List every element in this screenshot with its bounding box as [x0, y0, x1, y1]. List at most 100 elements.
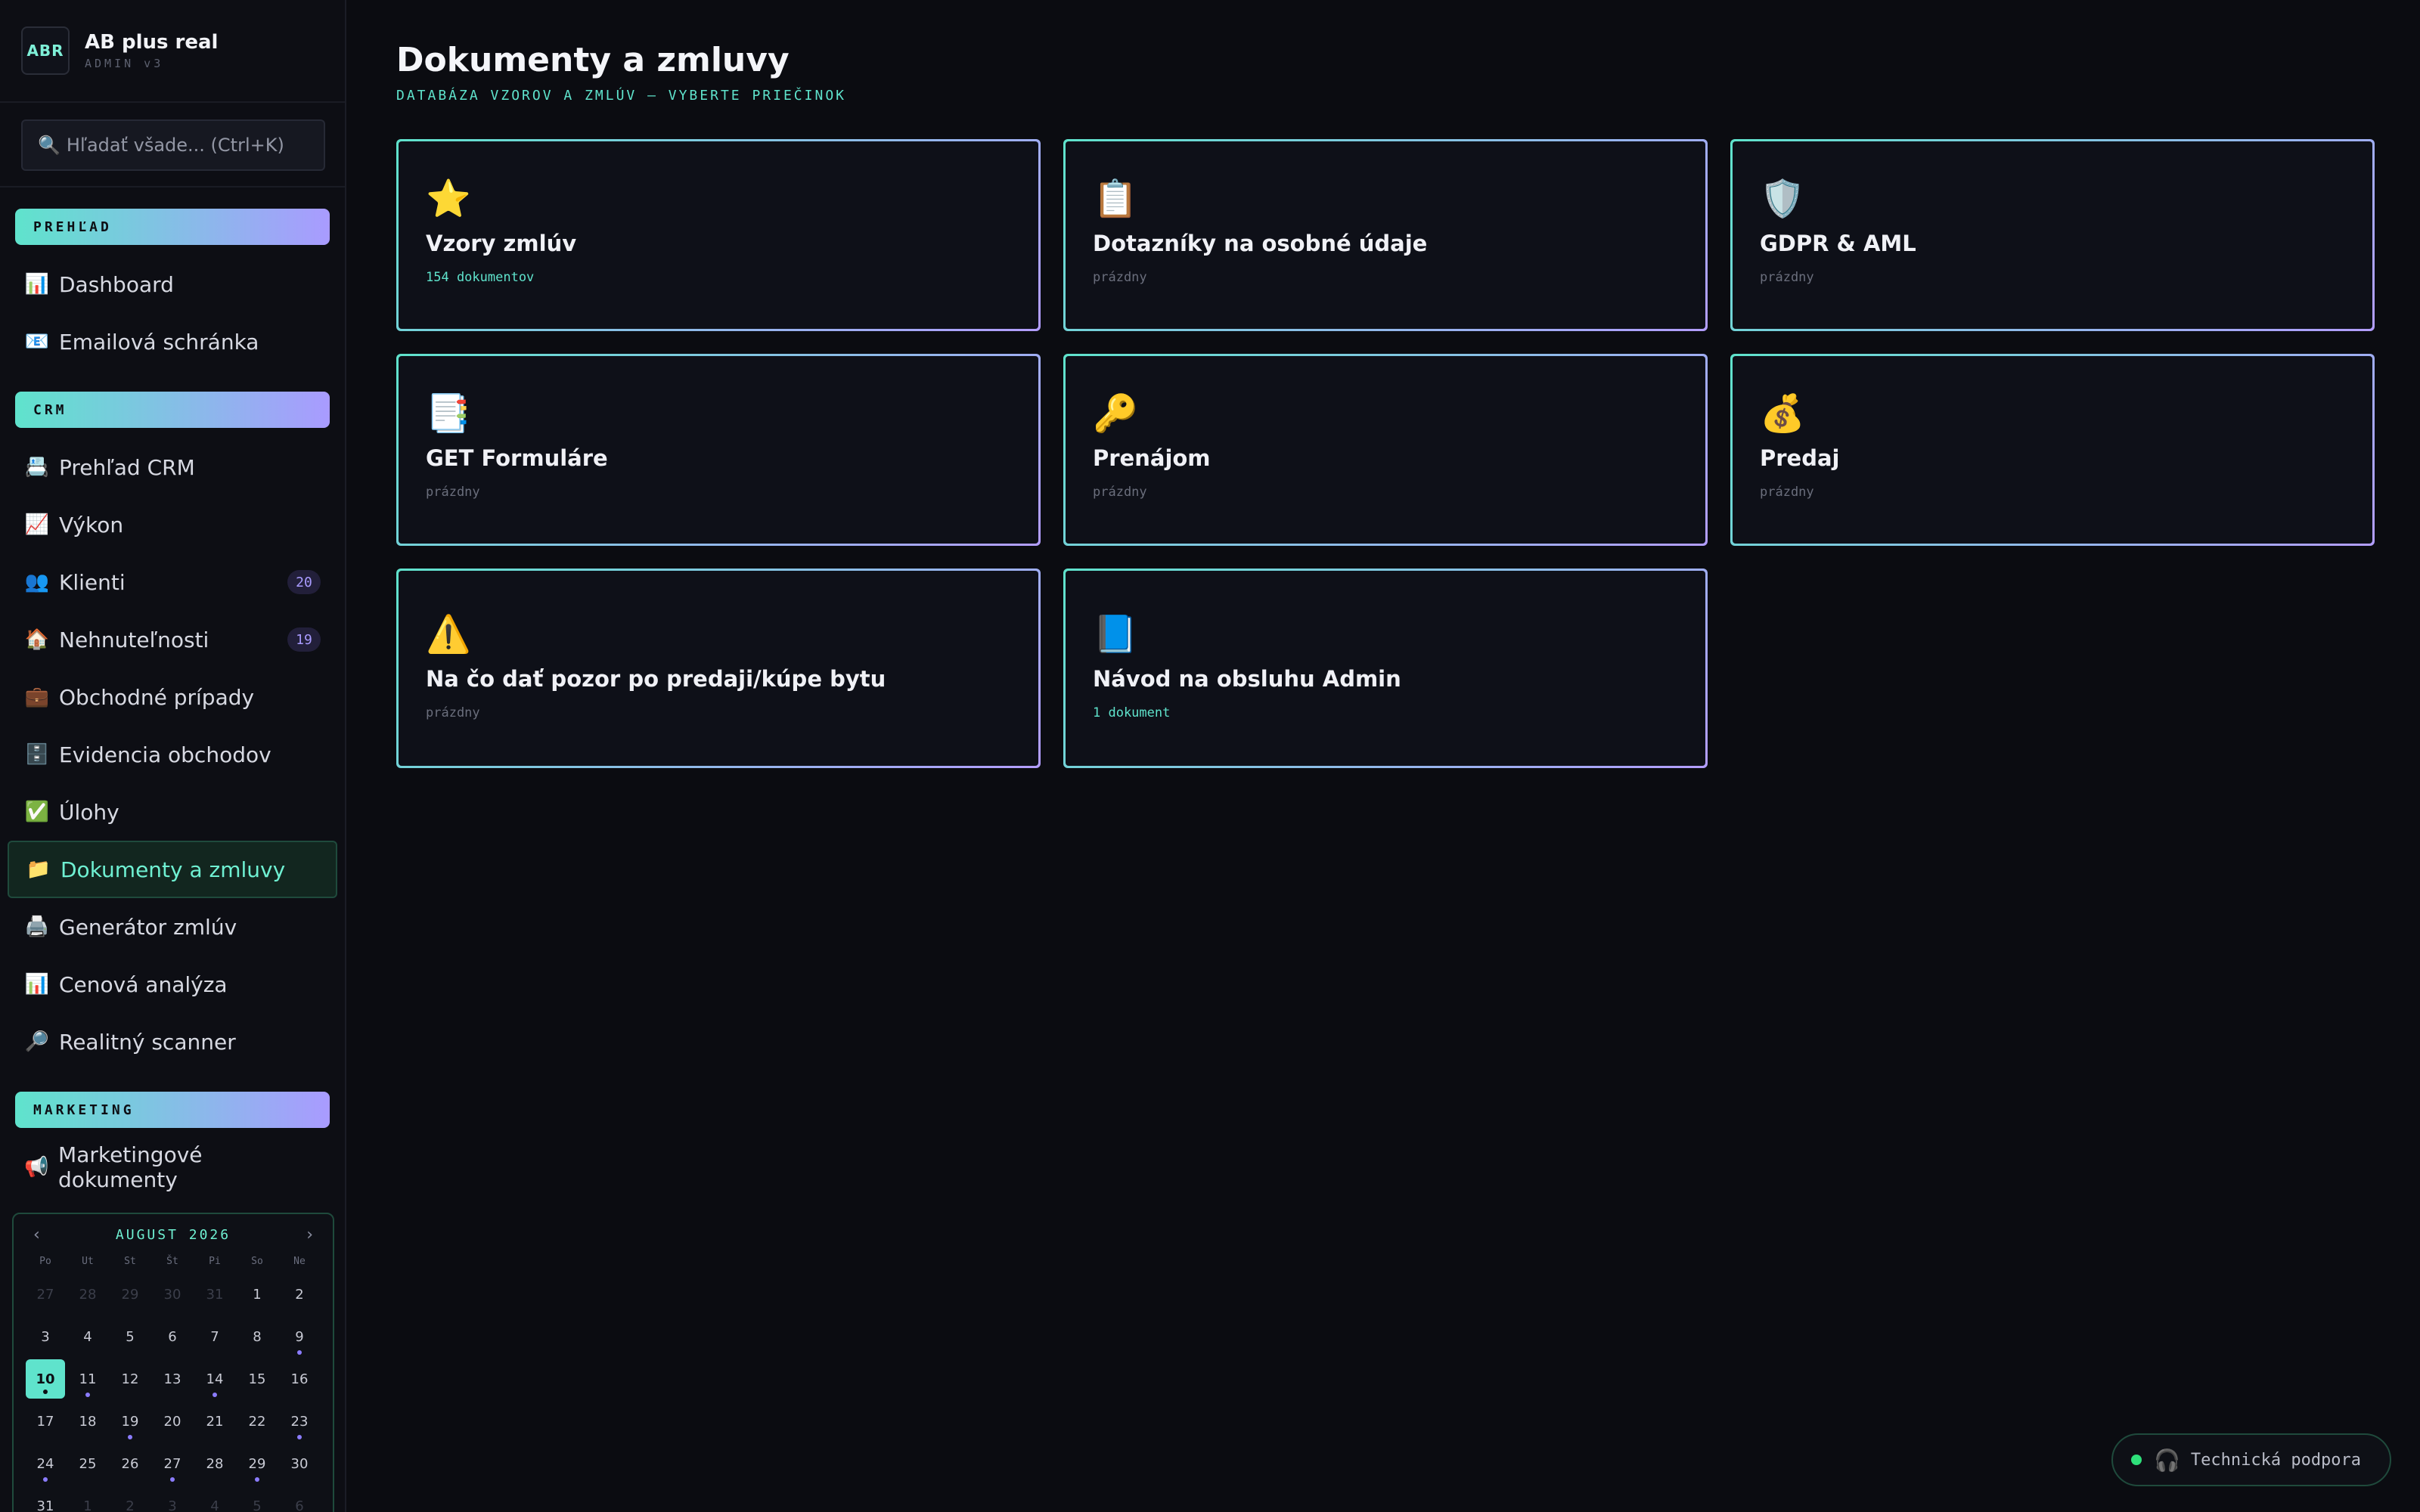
folder-card-na-co-dat-pozor-po-predaji-kupe-bytu[interactable]: ⚠️ Na čo dať pozor po predaji/kúpe bytu pr… — [396, 569, 1041, 768]
calendar-day[interactable]: 3 — [24, 1315, 67, 1358]
calendar-day-number: 3 — [41, 1328, 50, 1345]
calendar-day[interactable]: 30 — [151, 1273, 194, 1315]
calendar-day[interactable]: 11 — [67, 1358, 109, 1400]
nav-icon: 📧 — [24, 330, 50, 353]
folder-title: Návod na obsluhu Admin — [1093, 666, 1401, 692]
calendar-day[interactable]: 27 — [24, 1273, 67, 1315]
calendar-day[interactable]: 27 — [151, 1442, 194, 1485]
calendar-day[interactable]: 31 — [194, 1273, 236, 1315]
calendar-day[interactable]: 19 — [109, 1400, 151, 1442]
sidebar-item-generator-zmluv[interactable]: 🖨️ Generátor zmlúv — [8, 898, 337, 956]
calendar-day[interactable]: 28 — [67, 1273, 109, 1315]
calendar-day[interactable]: 30 — [278, 1442, 321, 1485]
folder-title: GDPR & AML — [1760, 231, 1916, 256]
folder-card-get-formulare[interactable]: 📑 GET Formuláre prázdny — [396, 354, 1041, 546]
calendar-next-button[interactable]: › — [306, 1225, 313, 1244]
calendar-day[interactable]: 4 — [67, 1315, 109, 1358]
event-dot — [170, 1477, 175, 1482]
calendar-day[interactable]: 7 — [194, 1315, 236, 1358]
calendar-day[interactable]: 26 — [109, 1442, 151, 1485]
calendar-month: AUGUST 2026 — [115, 1226, 231, 1243]
calendar-day-number: 26 — [121, 1455, 139, 1472]
calendar-day[interactable]: 2 — [109, 1485, 151, 1512]
calendar-weekday: Ne — [293, 1256, 306, 1267]
folder-card-body: 📘 Návod na obsluhu Admin 1 dokument — [1066, 571, 1705, 766]
calendar-day[interactable]: 24 — [24, 1442, 67, 1485]
sidebar-item-label: Prehľad CRM — [59, 454, 195, 480]
calendar-day[interactable]: 28 — [194, 1442, 236, 1485]
calendar-day-number: 24 — [36, 1455, 54, 1472]
event-dot — [43, 1390, 48, 1394]
sidebar-item-label: Dashboard — [59, 271, 174, 297]
sidebar-item-ulohy[interactable]: ✅ Úlohy — [8, 783, 337, 841]
clipboard-icon: 📋 — [1093, 178, 1138, 220]
calendar-day[interactable]: 5 — [236, 1485, 278, 1512]
calendar-day[interactable]: 29 — [109, 1273, 151, 1315]
shield-icon: 🛡️ — [1760, 178, 1805, 220]
calendar-day-number: 15 — [248, 1371, 266, 1387]
sidebar-item-vykon[interactable]: 📈 Výkon — [8, 496, 337, 553]
sidebar-item-marketingove-dokumenty[interactable]: 📢 Marketingové dokumenty — [8, 1139, 337, 1196]
sidebar-item-emailova-schranka[interactable]: 📧 Emailová schránka — [8, 313, 337, 370]
calendar-day[interactable]: 23 — [278, 1400, 321, 1442]
calendar-day-number: 23 — [290, 1413, 309, 1430]
mini-calendar: ‹ AUGUST 2026 › Po Ut St Št Pi So Ne 27 28 29 30 31… — [12, 1213, 334, 1512]
calendar-day[interactable]: 21 — [194, 1400, 236, 1442]
folder-count: prázdny — [426, 705, 480, 720]
calendar-day[interactable]: 15 — [236, 1358, 278, 1400]
calendar-day-number: 27 — [36, 1286, 54, 1303]
search-icon: 🔍 — [38, 135, 60, 156]
sidebar-item-label: Realitný scanner — [59, 1029, 236, 1055]
sidebar-item-nehnutelnosti[interactable]: 🏠 Nehnuteľnosti 19 — [8, 611, 337, 668]
nav-icon: 📊 — [24, 973, 50, 996]
calendar-day[interactable]: 5 — [109, 1315, 151, 1358]
event-dot — [297, 1350, 302, 1355]
folder-card-prenajom[interactable]: 🔑 Prenájom prázdny — [1063, 354, 1708, 546]
calendar-day[interactable]: 22 — [236, 1400, 278, 1442]
calendar-day[interactable]: 14 — [194, 1358, 236, 1400]
key-icon: 🔑 — [1093, 392, 1138, 435]
sidebar-item-cenova-analyza[interactable]: 📊 Cenová analýza — [8, 956, 337, 1013]
folder-card-predaj[interactable]: 💰 Predaj prázdny — [1730, 354, 2375, 546]
folder-card-navod-na-obsluhu-admin[interactable]: 📘 Návod na obsluhu Admin 1 dokument — [1063, 569, 1708, 768]
calendar-day[interactable]: 12 — [109, 1358, 151, 1400]
nav-icon: 🏠 — [24, 628, 50, 651]
calendar-day[interactable]: 6 — [151, 1315, 194, 1358]
calendar-day[interactable]: 16 — [278, 1358, 321, 1400]
support-button[interactable]: 🎧 Technická podpora — [2111, 1433, 2391, 1486]
sidebar-item-dokumenty-a-zmluvy[interactable]: 📁 Dokumenty a zmluvy — [8, 841, 337, 898]
brand[interactable]: ABR AB plus real ADMIN v3 — [0, 0, 345, 103]
calendar-prev-button[interactable]: ‹ — [33, 1225, 40, 1244]
sidebar-item-dashboard[interactable]: 📊 Dashboard — [8, 256, 337, 313]
calendar-day[interactable]: 2 — [278, 1273, 321, 1315]
calendar-day[interactable]: 31 — [24, 1485, 67, 1512]
calendar-day[interactable]: 13 — [151, 1358, 194, 1400]
folder-card-dotazniky-na-osobne-udaje[interactable]: 📋 Dotazníky na osobné údaje prázdny — [1063, 139, 1708, 331]
sidebar-item-evidencia-obchodov[interactable]: 🗄️ Evidencia obchodov — [8, 726, 337, 783]
calendar-day[interactable]: 17 — [24, 1400, 67, 1442]
sidebar-item-obchodne-pripady[interactable]: 💼 Obchodné prípady — [8, 668, 337, 726]
calendar-day[interactable]: 9 — [278, 1315, 321, 1358]
folder-card-gdpr-aml[interactable]: 🛡️ GDPR & AML prázdny — [1730, 139, 2375, 331]
sidebar-item-klienti[interactable]: 👥 Klienti 20 — [8, 553, 337, 611]
calendar-day-today[interactable]: 10 — [24, 1358, 67, 1400]
folder-card-vzory-zmluv[interactable]: ⭐ Vzory zmlúv 154 dokumentov — [396, 139, 1041, 331]
calendar-day[interactable]: 18 — [67, 1400, 109, 1442]
search-input[interactable]: 🔍 Hľadať všade... (Ctrl+K) — [21, 119, 325, 171]
sidebar-item-label: Úlohy — [59, 799, 119, 825]
calendar-day[interactable]: 3 — [151, 1485, 194, 1512]
calendar-day[interactable]: 29 — [236, 1442, 278, 1485]
calendar-day[interactable]: 1 — [67, 1485, 109, 1512]
sidebar-item-prehlad-crm[interactable]: 📇 Prehľad CRM — [8, 438, 337, 496]
calendar-day-number: 11 — [79, 1371, 97, 1387]
nav-icon: 👥 — [24, 571, 50, 593]
sidebar-item-realitny-scanner[interactable]: 🔎 Realitný scanner — [8, 1013, 337, 1070]
calendar-day-number: 18 — [79, 1413, 97, 1430]
calendar-day[interactable]: 1 — [236, 1273, 278, 1315]
calendar-day[interactable]: 25 — [67, 1442, 109, 1485]
calendar-day[interactable]: 6 — [278, 1485, 321, 1512]
count-badge: 19 — [287, 627, 321, 652]
calendar-day[interactable]: 8 — [236, 1315, 278, 1358]
calendar-day[interactable]: 4 — [194, 1485, 236, 1512]
calendar-day[interactable]: 20 — [151, 1400, 194, 1442]
